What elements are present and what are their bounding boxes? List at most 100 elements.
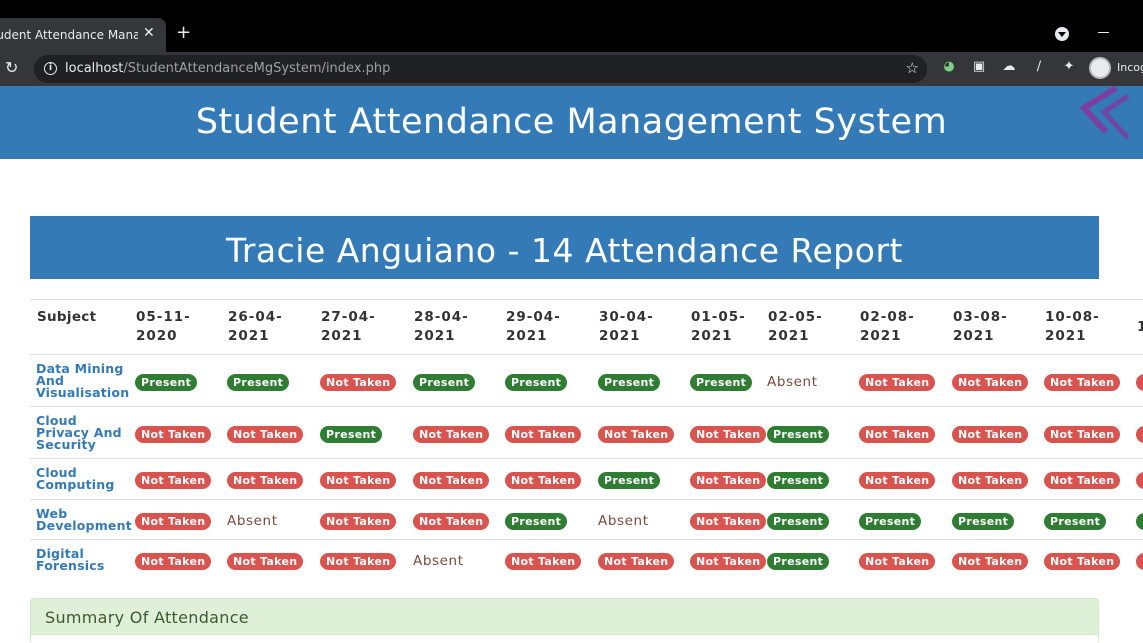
puzzle-extension-icon[interactable]: ✦ [1061,59,1077,75]
status-cell: Not Taken [853,406,946,459]
date-column-header: 02-05-2021 [761,299,853,355]
status-cell: Not Taken [221,406,314,459]
status-cell: Not Taken [1130,406,1143,459]
status-cell: Present [761,458,853,500]
summary-title: Summary Of Attendance [45,608,249,627]
status-cell: Present [761,406,853,459]
status-badge-not-taken: Not Taken [227,472,304,489]
table-header-row: Subject 05-11-2020 26-04-2021 27-04-2021 28… [30,299,1143,355]
status-badge-not-taken: Not Taken [135,552,212,570]
tab-close-icon[interactable]: ✕ [143,25,155,41]
status-cell: Not Taken [1130,539,1143,579]
status-badge-not-taken: Not Taken [1044,373,1121,391]
profile-label[interactable]: Incog [1117,61,1143,74]
status-cell: Present [592,458,684,500]
attendance-table-container[interactable]: Subject 05-11-2020 26-04-2021 27-04-2021 28… [30,299,1143,579]
status-badge-not-taken: Not Taken [320,552,397,570]
status-badge-not-taken: Not Taken [690,425,767,443]
status-text-absent: Absent [227,513,278,529]
status-cell: Absent [221,499,314,540]
status-badge-present: Present [598,472,661,489]
status-badge-not-taken: Not Taken [859,425,936,443]
status-cell: Not Taken [221,539,314,579]
status-badge-not-taken: Not Taken [320,373,397,391]
table-row: Data Mining And Visualisation Present Pres… [30,354,1143,407]
subject-column-header: Subject [30,299,129,355]
reload-icon[interactable]: ↻ [5,58,18,77]
url-text[interactable]: localhost/StudentAttendanceMgSystem/inde… [65,61,390,76]
status-cell: Not Taken [221,458,314,500]
minimize-button[interactable] [1098,32,1109,33]
status-cell: Not Taken [592,406,684,459]
subject-link[interactable]: Cloud Privacy And Security [36,414,129,451]
tab-title: Student Attendance Management System [0,28,138,42]
status-badge-present: Present [1044,512,1107,530]
status-cell: Present [1038,499,1130,540]
status-badge-not-taken: Not Taken [413,472,490,489]
subject-link[interactable]: Data Mining And Visualisation [36,362,129,399]
status-cell: Not Taken [499,539,592,579]
pen-extension-icon[interactable]: ∕ [1031,59,1047,75]
status-badge-present: Present [767,425,830,443]
status-badge-present: Present [767,512,830,530]
subject-link[interactable]: Cloud Computing [36,466,129,491]
table-row: Web Development Not Taken Absent Not Taken N… [30,499,1143,540]
tab-search-chevron-down-icon[interactable] [1055,27,1069,41]
date-column-header: 01-05-2021 [684,299,761,355]
browser-toolbar: ↻ i localhost/StudentAttendanceMgSystem/… [0,52,1143,86]
status-badge-not-taken: Not Taken [598,425,675,443]
attendance-table: Subject 05-11-2020 26-04-2021 27-04-2021 28… [30,299,1143,579]
status-text-absent: Absent [413,553,464,570]
status-cell: Not Taken [407,458,499,500]
status-cell: Present [499,499,592,540]
status-cell: Present [853,499,946,540]
browser-tab[interactable]: Student Attendance Management System ✕ [0,18,166,52]
cloud-extension-icon[interactable]: ☁ [1001,59,1017,75]
new-tab-button[interactable]: + [176,23,191,43]
status-badge-present: Present [598,373,661,391]
subject-cell: Cloud Privacy And Security [30,406,129,459]
status-cell: Not Taken [946,406,1038,459]
status-badge-not-taken: Not Taken [859,472,936,489]
status-badge-present: Present [1136,512,1143,530]
star-icon[interactable]: ☆ [906,59,919,77]
page-title: Student Attendance Management System [0,86,1143,159]
status-cell: Present [684,354,761,407]
status-cell: Not Taken [129,458,221,500]
status-cell: Not Taken [314,539,407,579]
logo-chevron-icon [1079,86,1130,140]
status-badge-not-taken: Not Taken [320,472,397,489]
date-column-header: 02-08-2021 [853,299,946,355]
status-badge-not-taken: Not Taken [952,425,1029,443]
subject-link[interactable]: Web Development [36,507,132,532]
address-bar[interactable]: i localhost/StudentAttendanceMgSystem/in… [34,55,927,83]
date-column-header: 03-08-2021 [946,299,1038,355]
status-badge-not-taken: Not Taken [1136,373,1143,391]
url-path: /StudentAttendanceMgSystem/index.php [123,61,391,76]
status-cell: Not Taken [129,539,221,579]
subject-link[interactable]: Digital Forensics [36,547,129,572]
status-cell: Not Taken [853,458,946,500]
status-badge-not-taken: Not Taken [859,373,936,391]
status-cell: Present [592,354,684,407]
info-icon[interactable]: i [44,62,57,75]
status-badge-not-taken: Not Taken [227,425,304,443]
extension-chrome-icon[interactable]: ◕ [941,59,957,75]
avatar[interactable] [1089,57,1111,79]
status-cell: Not Taken [853,354,946,407]
status-badge-not-taken: Not Taken [135,512,212,530]
status-badge-not-taken: Not Taken [1136,425,1143,443]
status-cell: Not Taken [1038,458,1130,500]
status-badge-present: Present [227,373,290,391]
date-column-header: 27-04-2021 [314,299,407,355]
camera-icon[interactable]: ▣ [971,59,987,75]
status-cell: Present [129,354,221,407]
status-badge-not-taken: Not Taken [1136,472,1143,489]
status-badge-present: Present [413,373,476,391]
status-cell: Present [946,499,1038,540]
date-column-header: 1 [1130,299,1143,355]
status-cell: Not Taken [1038,539,1130,579]
subject-cell: Data Mining And Visualisation [30,354,129,407]
status-badge-not-taken: Not Taken [952,373,1029,391]
status-cell: Present [221,354,314,407]
